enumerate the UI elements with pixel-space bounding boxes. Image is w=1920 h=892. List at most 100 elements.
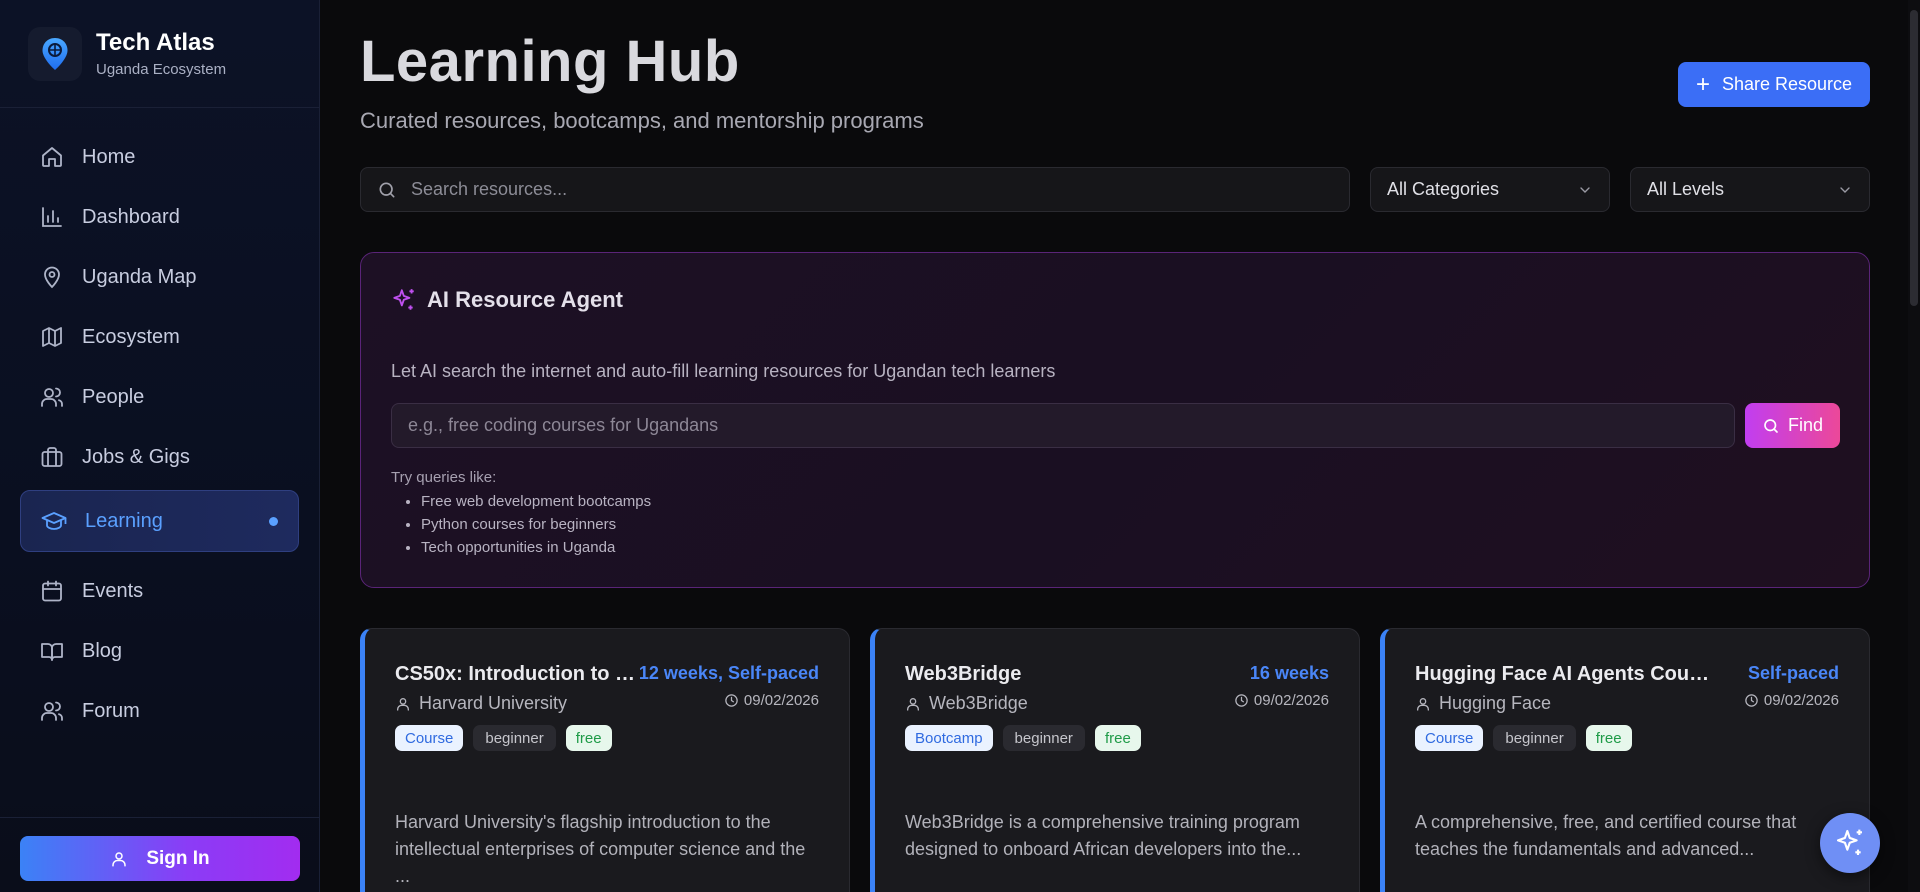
example-query[interactable]: Tech opportunities in Uganda	[421, 539, 651, 556]
sidebar-footer: Sign In	[0, 817, 320, 892]
price-badge: free	[1585, 725, 1632, 751]
plus-icon: +	[1695, 70, 1710, 98]
resource-tags: Course beginner free	[395, 725, 612, 751]
home-icon	[42, 147, 62, 167]
resource-card[interactable]: Hugging Face AI Agents Course Self-paced…	[1380, 628, 1870, 892]
resource-tags: Bootcamp beginner free	[905, 725, 1141, 751]
page-scrollbar[interactable]	[1908, 0, 1920, 892]
search-icon	[379, 182, 395, 197]
resource-date: 09/02/2026	[724, 692, 819, 709]
resource-tags: Course beginner free	[1415, 725, 1632, 751]
resource-title: Hugging Face AI Agents Course	[1415, 663, 1715, 685]
brand-subtitle: Uganda Ecosystem	[96, 61, 227, 78]
resource-date-text: 09/02/2026	[1253, 692, 1329, 709]
price-badge: free	[1094, 725, 1141, 751]
sidebar-item-forum[interactable]: Forum	[20, 684, 299, 738]
user-icon	[907, 697, 919, 711]
level-badge: beginner	[473, 725, 556, 751]
graduation-cap-icon	[41, 512, 67, 530]
resource-date: 09/02/2026	[1744, 692, 1839, 709]
resource-date: 09/02/2026	[1234, 692, 1329, 709]
sparkles-icon	[1836, 829, 1862, 855]
user-icon	[112, 851, 127, 866]
price-badge: free	[565, 725, 612, 751]
agent-description: Let AI search the internet and auto-fill…	[391, 361, 1056, 381]
sidebar-item-label: Learning	[85, 509, 163, 532]
level-select[interactable]: All Levels	[1630, 167, 1870, 212]
sidebar-item-people[interactable]: People	[20, 370, 299, 424]
agent-title-text: AI Resource Agent	[427, 287, 624, 312]
level-badge: beginner	[1002, 725, 1085, 751]
find-button[interactable]: Find	[1745, 403, 1840, 448]
agent-title: AI Resource Agent	[391, 287, 623, 313]
agent-query-input[interactable]	[391, 403, 1735, 448]
find-label: Find	[1787, 415, 1823, 435]
users-icon	[41, 387, 63, 407]
sparkles-icon	[393, 289, 414, 310]
resource-organization: Hugging Face	[1415, 693, 1551, 714]
level-select-value: All Levels	[1647, 179, 1725, 199]
search-box[interactable]	[360, 167, 1350, 212]
category-select[interactable]: All Categories	[1370, 167, 1610, 212]
ai-resource-agent-panel: AI Resource Agent Let AI search the inte…	[360, 252, 1870, 588]
calendar-icon	[42, 580, 62, 602]
sidebar-item-label: Blog	[82, 639, 123, 662]
share-resource-label: Share Resource	[1721, 74, 1853, 94]
resource-date-text: 09/02/2026	[1763, 692, 1839, 709]
share-resource-button[interactable]: + Share Resource	[1678, 62, 1870, 107]
search-icon	[1764, 418, 1778, 433]
user-icon	[397, 697, 409, 711]
sidebar-item-uganda-map[interactable]: Uganda Map	[20, 250, 299, 304]
clock-icon	[1235, 694, 1248, 707]
level-badge: beginner	[1493, 725, 1576, 751]
sidebar-item-jobs-gigs[interactable]: Jobs & Gigs	[20, 430, 299, 484]
brand[interactable]: Tech Atlas Uganda Ecosystem	[0, 0, 319, 108]
resource-date-text: 09/02/2026	[743, 692, 819, 709]
ai-assistant-fab[interactable]	[1820, 813, 1880, 873]
resource-organization: Web3Bridge	[905, 693, 1028, 714]
try-queries-label: Try queries like:	[391, 469, 497, 486]
sidebar-nav: Home Dashboard Uganda Map Ecosystem Peop…	[0, 108, 319, 738]
map-pin-icon	[44, 266, 60, 289]
briefcase-icon	[41, 447, 63, 467]
brand-logo	[28, 26, 82, 81]
resource-description: Harvard University's flagship introducti…	[395, 812, 806, 886]
sidebar-item-label: Uganda Map	[82, 265, 197, 288]
user-icon	[1417, 697, 1429, 711]
resource-organization: Harvard University	[395, 693, 567, 714]
sidebar-item-label: Ecosystem	[82, 325, 180, 348]
sidebar-item-label: People	[82, 385, 145, 408]
search-input[interactable]	[411, 179, 1311, 200]
scrollbar-thumb[interactable]	[1910, 10, 1918, 306]
type-badge: Bootcamp	[905, 725, 993, 751]
resource-card[interactable]: CS50x: Introduction to Computer Science …	[360, 628, 850, 892]
resource-duration: 12 weeks, Self-paced	[638, 663, 819, 683]
active-indicator-dot	[269, 517, 278, 526]
sidebar-item-home[interactable]: Home	[20, 130, 299, 184]
map-icon	[42, 327, 62, 347]
resource-duration: Self-paced	[1747, 663, 1839, 683]
book-icon	[41, 643, 63, 661]
resource-title: CS50x: Introduction to Computer Science	[395, 663, 635, 685]
example-queries: Free web development bootcamps Python co…	[421, 493, 651, 562]
sidebar-item-events[interactable]: Events	[20, 564, 299, 618]
resource-organization-name: Web3Bridge	[929, 693, 1028, 713]
example-query[interactable]: Python courses for beginners	[421, 516, 651, 533]
example-query[interactable]: Free web development bootcamps	[421, 493, 651, 510]
map-pin-logo-icon	[42, 37, 68, 70]
type-badge: Course	[1415, 725, 1484, 751]
sidebar-item-ecosystem[interactable]: Ecosystem	[20, 310, 299, 364]
sidebar-item-blog[interactable]: Blog	[20, 624, 299, 678]
sidebar-item-learning[interactable]: Learning	[20, 490, 299, 552]
resource-list: CS50x: Introduction to Computer Science …	[360, 628, 1870, 892]
sign-in-button[interactable]: Sign In	[20, 836, 300, 881]
page-subtitle: Curated resources, bootcamps, and mentor…	[360, 108, 924, 133]
resource-card[interactable]: Web3Bridge 16 weeks Web3Bridge 09/02/202…	[870, 628, 1360, 892]
sidebar-item-label: Events	[82, 579, 144, 602]
filter-bar: All Categories All Levels	[360, 167, 1870, 212]
sign-in-label: Sign In	[146, 847, 210, 869]
chevron-down-icon	[1840, 186, 1850, 193]
sidebar-item-dashboard[interactable]: Dashboard	[20, 190, 299, 244]
clock-icon	[725, 694, 738, 707]
bar-chart-icon	[42, 207, 62, 227]
